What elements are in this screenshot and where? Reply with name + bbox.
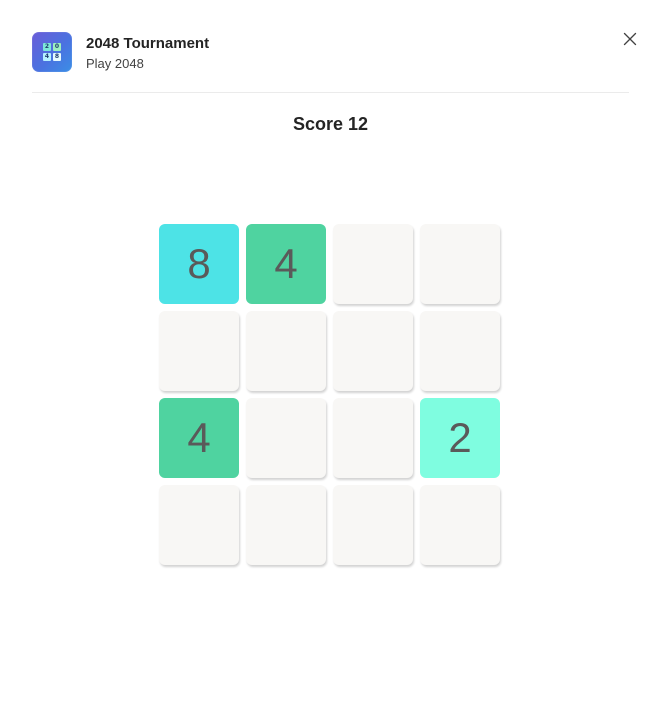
app-icon-tile: 4 [43,53,51,61]
tile-8: 8 [159,224,239,304]
score-value: 12 [348,114,369,134]
tile-2: 2 [420,398,500,478]
game-board[interactable]: 8442 [159,224,503,568]
empty-cell [420,485,500,565]
empty-cell [246,311,326,391]
empty-cell [159,311,239,391]
app-icon-tile: 2 [43,43,51,51]
app-title: 2048 Tournament [86,35,210,52]
tile-4: 4 [246,224,326,304]
close-icon-glyph [623,32,637,46]
empty-cell [333,311,413,391]
app-header: 2 0 4 8 2048 Tournament Play 2048 [32,32,629,93]
empty-cell [333,398,413,478]
tile-4: 4 [159,398,239,478]
app-icon-tile: 0 [53,43,61,51]
empty-cell [420,311,500,391]
score-label: Score [292,114,343,134]
app-2048-icon: 2 0 4 8 [32,32,72,72]
empty-cell [159,485,239,565]
empty-cell [246,485,326,565]
empty-cell [246,398,326,478]
app-icon-tile: 8 [53,53,61,61]
empty-cell [333,224,413,304]
score-display: Score 12 [0,114,661,135]
close-icon[interactable] [621,30,639,48]
app-subtitle: Play 2048 [86,56,144,71]
empty-cell [420,224,500,304]
empty-cell [333,485,413,565]
